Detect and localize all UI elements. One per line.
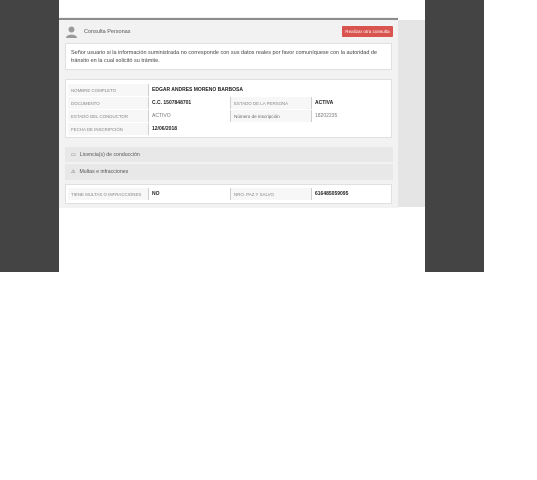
estado-conductor-value: ACTIVO: [148, 110, 230, 122]
notice-text: Señor usuario si la información suminist…: [71, 50, 378, 64]
right-backdrop: [425, 0, 484, 272]
fines-section-header[interactable]: ⚠ Multas e infracciones: [65, 164, 393, 180]
estado-persona-label: ESTADO DE LA PERSONA: [230, 97, 311, 109]
nombre-value: EDGAR ANDRES MORENO BARBOSA: [148, 84, 391, 96]
row-multas: TIENE MULTAS O INFRACCIONES NO NRO. PAZ …: [68, 188, 391, 200]
nombre-label: NOMBRE COMPLETO: [68, 84, 148, 96]
estado-persona-value: ACTIVA: [311, 97, 391, 109]
row-nombre: NOMBRE COMPLETO EDGAR ANDRES MORENO BARB…: [68, 84, 391, 96]
row-conductor: ESTADO DEL CONDUCTOR ACTIVO Número de in…: [68, 110, 391, 122]
scroll-gutter: [398, 20, 425, 207]
person-info-card: NOMBRE COMPLETO EDGAR ANDRES MORENO BARB…: [65, 79, 392, 138]
tiene-multas-label: TIENE MULTAS O INFRACCIONES: [68, 188, 148, 200]
fines-card: TIENE MULTAS O INFRACCIONES NO NRO. PAZ …: [65, 184, 392, 204]
paz-salvo-label: NRO. PAZ Y SALVO: [230, 188, 311, 200]
tiene-multas-value: NO: [148, 188, 230, 200]
fecha-label: FECHA DE INSCRIPCIÓN: [68, 123, 148, 135]
warning-icon: ⚠: [71, 169, 76, 175]
user-icon: [66, 26, 77, 38]
documento-label: DOCUMENTO: [68, 97, 148, 109]
inscripcion-label: Número de inscripción: [230, 110, 311, 122]
documento-value: C.C. 1507848701: [148, 97, 230, 109]
estado-conductor-label: ESTADO DEL CONDUCTOR: [68, 110, 148, 122]
row-documento: DOCUMENTO C.C. 1507848701 ESTADO DE LA P…: [68, 97, 391, 109]
new-query-button[interactable]: Realizar otra consulta: [342, 26, 393, 37]
fecha-value: 12/06/2018: [148, 123, 230, 135]
header-divider: [59, 18, 398, 20]
fines-section-label: Multas e infracciones: [79, 169, 129, 175]
left-backdrop: [0, 0, 59, 272]
licenses-section-header[interactable]: ▭ Licencia(s) de conducción: [65, 147, 393, 162]
paz-salvo-value: 616485059095: [311, 188, 391, 200]
row-fecha: FECHA DE INSCRIPCIÓN 12/06/2018: [68, 123, 391, 135]
id-card-icon: ▭: [71, 151, 76, 158]
header-title: Consulta Personas: [84, 29, 131, 35]
inscripcion-value: 18202235: [311, 110, 391, 122]
licenses-section-label: Licencia(s) de conducción: [79, 151, 140, 158]
notice-box: Señor usuario si la información suminist…: [65, 43, 392, 70]
